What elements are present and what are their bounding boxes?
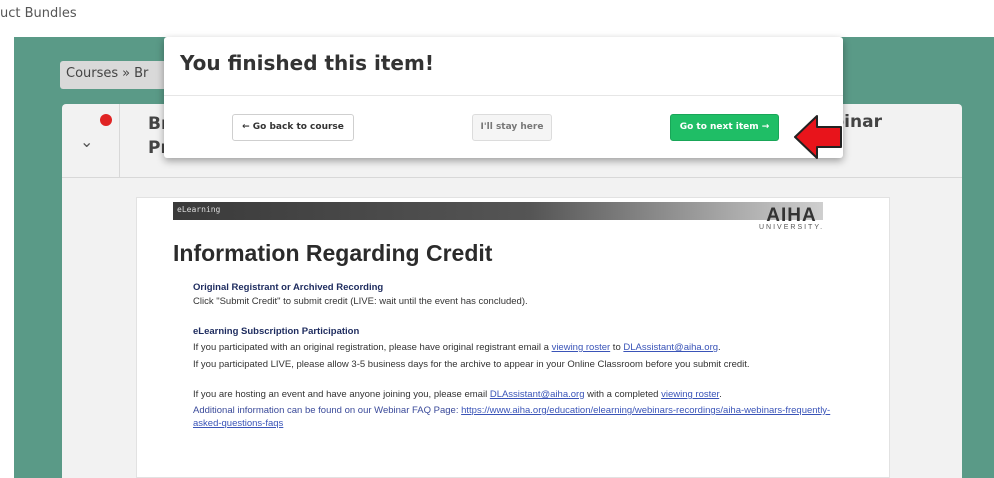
red-arrow-annotation-icon — [794, 115, 842, 159]
section-title-subscription: eLearning Subscription Participation — [193, 326, 360, 337]
dl-assistant-email-link[interactable]: DLAssistant@aiha.org — [623, 342, 718, 353]
modal-divider — [164, 95, 843, 96]
breadcrumb-separator: » — [122, 66, 131, 81]
credit-info-slide: eLearning AIHA UNIVERSITY. Information R… — [136, 197, 890, 478]
paragraph-live-participation: If you participated LIVE, please allow 3… — [193, 359, 750, 370]
paragraph-hosting-event: If you are hosting an event and have any… — [193, 389, 722, 400]
viewing-roster-link-2[interactable]: viewing roster — [661, 389, 719, 400]
collapse-toggle[interactable]: ⌄ — [62, 104, 120, 178]
breadcrumb-courses-link[interactable]: Courses — [66, 66, 118, 81]
go-to-next-item-button[interactable]: Go to next item → — [670, 114, 779, 141]
aiha-logo: AIHA UNIVERSITY. — [759, 205, 825, 231]
viewing-roster-link[interactable]: viewing roster — [552, 342, 611, 353]
section-title-original: Original Registrant or Archived Recordin… — [193, 282, 384, 293]
slide-banner: eLearning — [173, 202, 823, 220]
go-back-to-course-button[interactable]: ← Go back to course — [232, 114, 354, 141]
completion-modal: You finished this item! ← Go back to cou… — [164, 37, 843, 158]
dl-assistant-email-link-2[interactable]: DLAssistant@aiha.org — [490, 389, 585, 400]
page: uct Bundles Courses» Br ⌄ Br Pr binar eLe… — [0, 0, 994, 478]
modal-title: You finished this item! — [180, 51, 434, 75]
stay-here-button[interactable]: I'll stay here — [472, 114, 552, 141]
chevron-down-icon: ⌄ — [80, 132, 94, 151]
breadcrumb-current-fragment[interactable]: Br — [134, 66, 148, 81]
paragraph-faq: Additional information can be found on o… — [193, 405, 831, 429]
top-breadcrumb[interactable]: uct Bundles — [0, 6, 77, 21]
banner-label: eLearning — [177, 205, 221, 214]
status-dot-icon — [100, 114, 112, 126]
paragraph-original-registration: If you participated with an original reg… — [193, 342, 721, 353]
slide-heading: Information Regarding Credit — [173, 240, 493, 266]
section-text-original: Click "Submit Credit" to submit credit (… — [193, 296, 528, 307]
